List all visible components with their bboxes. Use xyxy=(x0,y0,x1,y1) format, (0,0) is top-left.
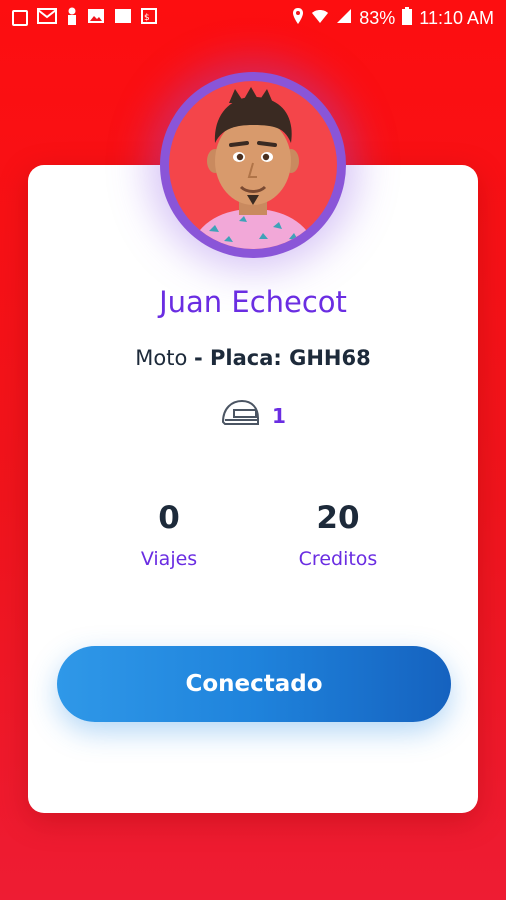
status-notifications: $ xyxy=(12,7,157,30)
vehicle-info: Moto - Placa: GHH68 xyxy=(28,346,478,370)
helmet-count-row: 1 xyxy=(220,398,286,433)
trips-label: Viajes xyxy=(140,548,198,570)
app-icon: $ xyxy=(141,7,157,29)
stat-credits: 20 Creditos xyxy=(258,500,418,570)
gmail-icon xyxy=(37,7,57,29)
image-icon xyxy=(87,8,105,29)
person-icon xyxy=(66,7,78,30)
wifi-icon xyxy=(311,8,329,29)
clapper-icon xyxy=(114,8,132,29)
status-bar: $ 83% 11:10 AM xyxy=(0,0,506,36)
credits-label: Creditos xyxy=(298,548,378,570)
clock: 11:10 AM xyxy=(419,7,494,28)
battery-percent: 83% xyxy=(359,7,396,28)
signal-icon xyxy=(336,8,352,29)
status-system: 83% 11:10 AM xyxy=(292,6,494,30)
helmet-count: 1 xyxy=(272,403,286,428)
stat-trips: 0 Viajes xyxy=(89,500,249,570)
helmet-icon xyxy=(220,398,260,433)
avatar-illustration xyxy=(189,87,317,249)
trips-value: 0 xyxy=(158,500,180,536)
vehicle-type: Moto xyxy=(135,346,188,370)
battery-icon xyxy=(402,6,413,30)
notification-icon xyxy=(12,10,28,26)
credits-value: 20 xyxy=(316,500,360,536)
plate-label: - Placa: GHH68 xyxy=(194,346,371,370)
driver-name: Juan Echecot xyxy=(159,285,347,319)
location-icon xyxy=(292,7,304,30)
svg-text:$: $ xyxy=(144,13,150,23)
connect-button[interactable]: Conectado xyxy=(57,646,451,722)
avatar[interactable] xyxy=(169,81,337,249)
avatar-ring xyxy=(160,72,346,258)
